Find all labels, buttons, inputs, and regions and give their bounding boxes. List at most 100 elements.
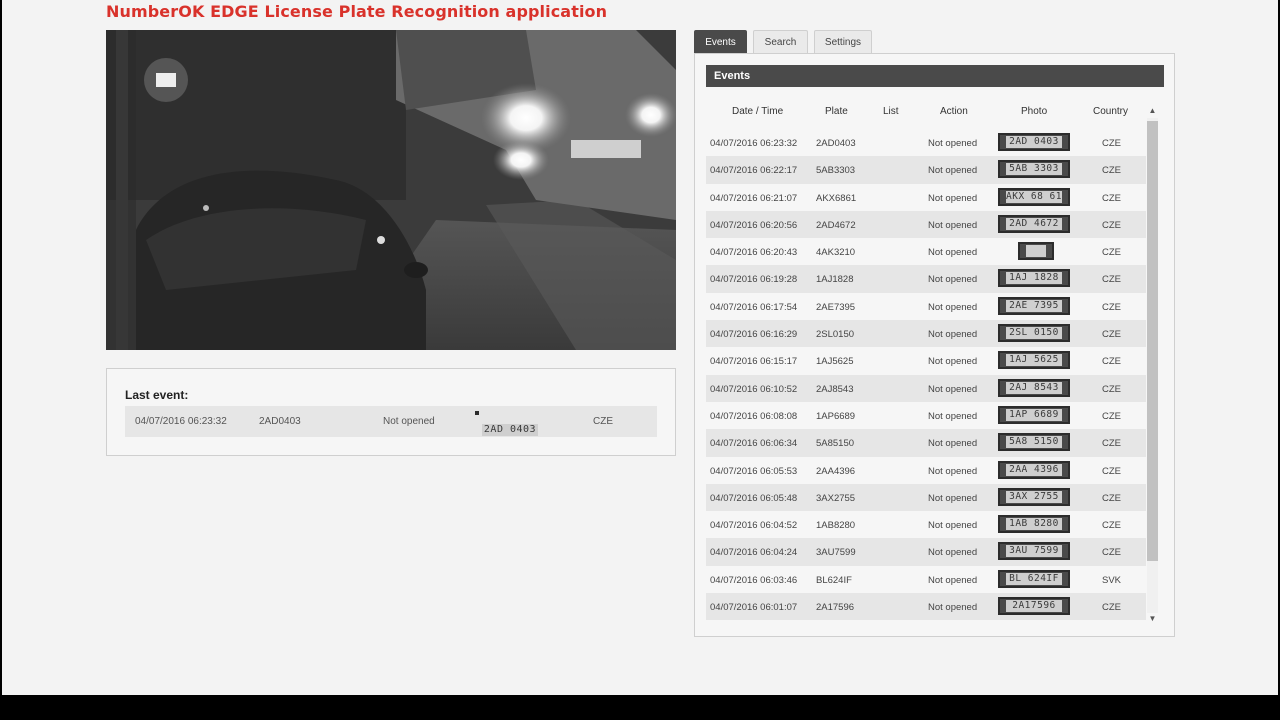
cell-action: Not opened (928, 329, 978, 341)
column-header-photo[interactable]: Photo (1021, 106, 1047, 117)
plate-photo[interactable]: 2AD 4672 (998, 214, 1070, 233)
plate-photo[interactable]: 2A17596 (998, 597, 1070, 616)
events-table-header: Date / Time Plate List Action Photo Coun… (706, 99, 1146, 125)
plate-photo[interactable]: AKX 68 61 (998, 187, 1070, 206)
cell-datetime: 04/07/2016 06:03:46 (710, 574, 798, 586)
table-row[interactable]: 04/07/2016 06:23:32 2AD0403 Not opened CZE 2… (706, 129, 1146, 157)
table-row[interactable]: 04/07/2016 06:15:17 1AJ5625 Not opened CZE 1… (706, 347, 1146, 375)
events-table: Date / Time Plate List Action Photo Coun… (706, 99, 1146, 626)
scrollbar-track[interactable] (1147, 118, 1158, 613)
plate-photo[interactable]: 2SL 0150 (998, 324, 1070, 343)
cell-action: Not opened (928, 138, 978, 149)
cell-country: CZE (1102, 165, 1121, 177)
cell-action: Not opened (928, 410, 978, 422)
table-row[interactable]: 04/07/2016 06:10:52 2AJ8543 Not opened CZE 2… (706, 374, 1146, 402)
plate-photo[interactable]: 2AA 4396 (998, 460, 1070, 479)
plate-photo[interactable]: 2AE 7395 (998, 296, 1070, 315)
events-panel: Events Date / Time Plate List Action Pho… (694, 53, 1175, 637)
column-header-list[interactable]: List (883, 106, 899, 117)
tab-search[interactable]: Search (753, 30, 808, 54)
cell-action: Not opened (928, 520, 978, 532)
events-panel-header: Events (706, 65, 1164, 87)
last-event-heading: Last event: (125, 388, 189, 402)
table-row[interactable]: 04/07/2016 06:20:56 2AD4672 Not opened CZE 2… (706, 210, 1146, 239)
plate-photo[interactable]: 1AP 6689 (998, 405, 1070, 424)
tab-events[interactable]: Events (694, 30, 747, 54)
table-row[interactable]: 04/07/2016 06:19:28 1AJ1828 Not opened CZE 1… (706, 265, 1146, 293)
table-row[interactable]: 04/07/2016 06:05:48 3AX2755 Not opened CZE 3… (706, 483, 1146, 512)
table-row[interactable]: 04/07/2016 06:04:52 1AB8280 Not opened CZE 1… (706, 511, 1146, 539)
cell-datetime: 04/07/2016 06:15:17 (710, 356, 798, 368)
plate-photo[interactable]: 1AJ 5625 (998, 351, 1070, 370)
table-row[interactable]: 04/07/2016 06:04:24 3AU7599 Not opened CZE 3… (706, 538, 1146, 566)
table-row[interactable]: 04/07/2016 06:21:07 AKX6861 Not opened CZE A… (706, 183, 1146, 211)
plate-photo[interactable]: 2AD 0403 (998, 133, 1070, 151)
cell-datetime: 04/07/2016 06:01:07 (710, 602, 798, 614)
cell-datetime: 04/07/2016 06:20:56 (710, 219, 798, 231)
scrollbar-thumb[interactable] (1147, 121, 1158, 561)
plate-photo[interactable]: 2AJ 8543 (998, 378, 1070, 397)
last-event-action: Not opened (383, 416, 435, 427)
plate-photo[interactable]: 1AJ 1828 (998, 269, 1070, 288)
triangle-up-icon[interactable]: ▲ (1146, 105, 1159, 117)
plate-photo-text: 1AJ 1828 (1006, 272, 1062, 285)
plate-photo[interactable]: BL 624IF (998, 569, 1070, 588)
cell-plate: 5A85150 (816, 438, 855, 450)
table-row[interactable]: 04/07/2016 06:01:07 2A17596 Not opened CZE 2… (706, 593, 1146, 621)
last-event-datetime: 04/07/2016 06:23:32 (135, 416, 227, 427)
column-header-datetime[interactable]: Date / Time (732, 106, 783, 117)
column-header-action[interactable]: Action (940, 106, 968, 117)
plate-photo[interactable] (1018, 242, 1054, 261)
cell-plate: AKX6861 (816, 192, 857, 204)
table-row[interactable]: 04/07/2016 06:22:17 5AB3303 Not opened CZE 5… (706, 156, 1146, 184)
plate-photo-text: 2A17596 (1006, 600, 1062, 613)
table-row[interactable]: 04/07/2016 06:16:29 2SL0150 Not opened CZE 2… (706, 320, 1146, 348)
cell-datetime: 04/07/2016 06:20:43 (710, 247, 798, 259)
cell-datetime: 04/07/2016 06:17:54 (710, 301, 798, 313)
cell-plate: 1AP6689 (816, 410, 856, 422)
table-row[interactable]: 04/07/2016 06:03:46 BL624IF Not opened SVK B… (706, 565, 1146, 594)
table-row[interactable]: 04/07/2016 06:08:08 1AP6689 Not opened CZE 1… (706, 401, 1146, 430)
cell-country: CZE (1102, 356, 1121, 368)
plate-photo-text (1026, 245, 1046, 258)
plate-photo[interactable]: 3AU 7599 (998, 542, 1070, 561)
last-event-photo-text: 2AD 0403 (482, 424, 538, 436)
cell-plate: 2AA4396 (816, 465, 856, 477)
table-row[interactable]: 04/07/2016 06:06:34 5A85150 Not opened CZE 5… (706, 429, 1146, 457)
plate-photo-text: 2AE 7395 (1006, 299, 1062, 312)
table-row[interactable]: 04/07/2016 06:20:43 4AK3210 Not opened CZE (706, 238, 1146, 266)
cell-country: CZE (1102, 465, 1121, 477)
cell-datetime: 04/07/2016 06:23:32 (710, 138, 798, 149)
plate-photo[interactable]: 1AB 8280 (998, 515, 1070, 534)
plate-photo[interactable]: 5A8 5150 (998, 433, 1070, 452)
plate-photo-text: AKX 68 61 (1006, 190, 1062, 203)
cell-plate: 2A17596 (816, 602, 855, 614)
cell-action: Not opened (928, 356, 978, 368)
cell-country: CZE (1102, 329, 1121, 341)
cell-action: Not opened (928, 165, 978, 177)
events-scrollbar[interactable]: ▲ ▼ (1146, 105, 1159, 625)
column-header-country[interactable]: Country (1093, 106, 1128, 117)
cell-plate: 2SL0150 (816, 329, 855, 341)
plate-photo-text: 3AX 2755 (1006, 490, 1062, 503)
plate-photo-text: 2AD 4672 (1006, 217, 1062, 230)
cell-action: Not opened (928, 492, 978, 504)
cell-action: Not opened (928, 547, 978, 559)
cell-plate: 4AK3210 (816, 247, 856, 259)
table-row[interactable]: 04/07/2016 06:05:53 2AA4396 Not opened CZE 2… (706, 456, 1146, 484)
cell-plate: 3AX2755 (816, 492, 856, 504)
cell-country: CZE (1102, 301, 1121, 313)
cell-plate: 2AD0403 (816, 138, 856, 149)
tab-settings[interactable]: Settings (814, 30, 872, 54)
camera-live-view (106, 30, 676, 350)
column-header-plate[interactable]: Plate (825, 106, 848, 117)
cell-action: Not opened (928, 465, 978, 477)
table-row[interactable] (706, 620, 1146, 626)
table-row[interactable]: 04/07/2016 06:17:54 2AE7395 Not opened CZE 2… (706, 292, 1146, 321)
plate-photo-text: 3AU 7599 (1006, 545, 1062, 558)
triangle-down-icon[interactable]: ▼ (1146, 613, 1159, 625)
plate-photo[interactable]: 5AB 3303 (998, 160, 1070, 179)
cell-country: CZE (1102, 547, 1121, 559)
cell-action: Not opened (928, 274, 978, 286)
plate-photo[interactable]: 3AX 2755 (998, 487, 1070, 506)
